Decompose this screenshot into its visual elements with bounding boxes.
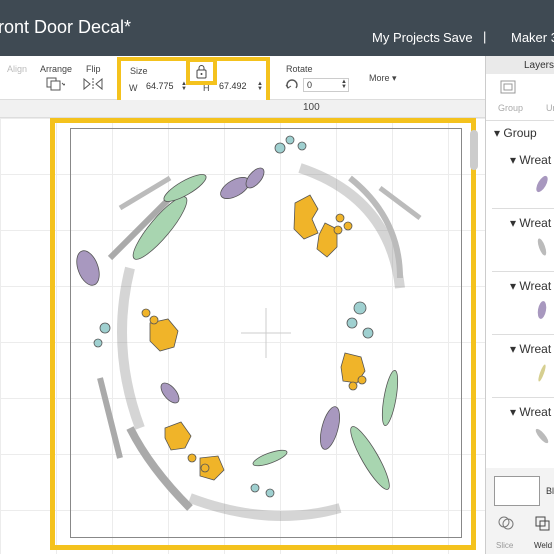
machine-select[interactable]: Maker 3 xyxy=(511,30,554,45)
canvas-scrollbar[interactable] xyxy=(470,130,478,170)
weld-icon[interactable] xyxy=(534,515,550,531)
ruler-mark: 100 xyxy=(303,102,320,113)
leaf-thumbnail-icon xyxy=(538,364,546,382)
more-label: More xyxy=(369,73,390,83)
leaf-thumbnail-icon xyxy=(537,301,547,319)
layer-label: ▾ Wreat xyxy=(510,279,552,293)
leaf-thumbnail-icon xyxy=(536,175,548,193)
group-button[interactable]: Group xyxy=(498,103,523,113)
layer-item[interactable]: ▾ Wreat xyxy=(492,272,554,335)
layers-panel: Layers Group Un ▾ Group ▾ Wreat ▾ Wreat … xyxy=(485,56,554,554)
layer-item[interactable]: ▾ Wreat xyxy=(492,335,554,398)
save-button[interactable]: Save xyxy=(443,30,473,45)
panel-divider xyxy=(486,120,554,121)
group-label: Group xyxy=(503,126,537,140)
height-input[interactable]: 67.492 xyxy=(216,80,256,94)
flip-label[interactable]: Flip xyxy=(86,64,101,74)
layer-label: ▾ Wreat xyxy=(510,216,552,230)
rotate-label: Rotate xyxy=(286,64,313,74)
slice-icon[interactable] xyxy=(498,515,514,531)
blank-canvas-swatch[interactable] xyxy=(494,476,540,506)
weld-button[interactable]: Weld xyxy=(534,541,552,550)
layers-tab-bar: Layers xyxy=(486,56,554,74)
slice-button[interactable]: Slice xyxy=(496,541,513,550)
leaf-thumbnail-icon xyxy=(537,238,547,256)
align-label[interactable]: Align xyxy=(7,64,27,74)
lock-toggle[interactable] xyxy=(186,58,217,85)
blank-label: Bl xyxy=(546,486,554,496)
flip-icon[interactable] xyxy=(82,76,104,92)
size-label: Size xyxy=(130,66,148,76)
layer-label: ▾ Wreat xyxy=(510,342,552,356)
my-projects-link[interactable]: My Projects xyxy=(372,30,440,45)
layer-label: ▾ Wreat xyxy=(510,405,552,419)
layer-item[interactable]: ▾ Wreat xyxy=(492,146,554,209)
group-icon[interactable] xyxy=(500,80,516,94)
project-title: ront Door Decal* xyxy=(0,17,132,37)
layer-item[interactable]: ▾ Wreat xyxy=(492,398,554,461)
leaf-thumbnail-icon xyxy=(535,428,549,444)
rotate-icon xyxy=(285,78,299,92)
layers-tab[interactable]: Layers xyxy=(524,60,554,71)
height-stepper[interactable]: ▲ ▼ xyxy=(257,81,263,92)
more-menu[interactable]: More ▾ xyxy=(369,73,397,84)
lock-icon xyxy=(196,65,207,79)
arrange-label[interactable]: Arrange xyxy=(40,64,72,74)
top-ruler: 100 xyxy=(0,100,485,118)
layer-label: ▾ Wreat xyxy=(510,153,552,167)
rotate-stepper[interactable]: ▲ ▼ xyxy=(341,79,347,90)
design-highlight-frame xyxy=(50,118,476,550)
width-label: W xyxy=(129,83,138,93)
layer-item[interactable]: ▾ Wreat xyxy=(492,209,554,272)
header-separator: | xyxy=(483,29,487,44)
ungroup-button[interactable]: Un xyxy=(546,103,554,113)
header-bar: ront Door Decal* My Projects Save | Make… xyxy=(0,0,554,56)
group-row[interactable]: ▾ Group xyxy=(494,126,537,140)
arrange-icon[interactable] xyxy=(45,76,67,92)
